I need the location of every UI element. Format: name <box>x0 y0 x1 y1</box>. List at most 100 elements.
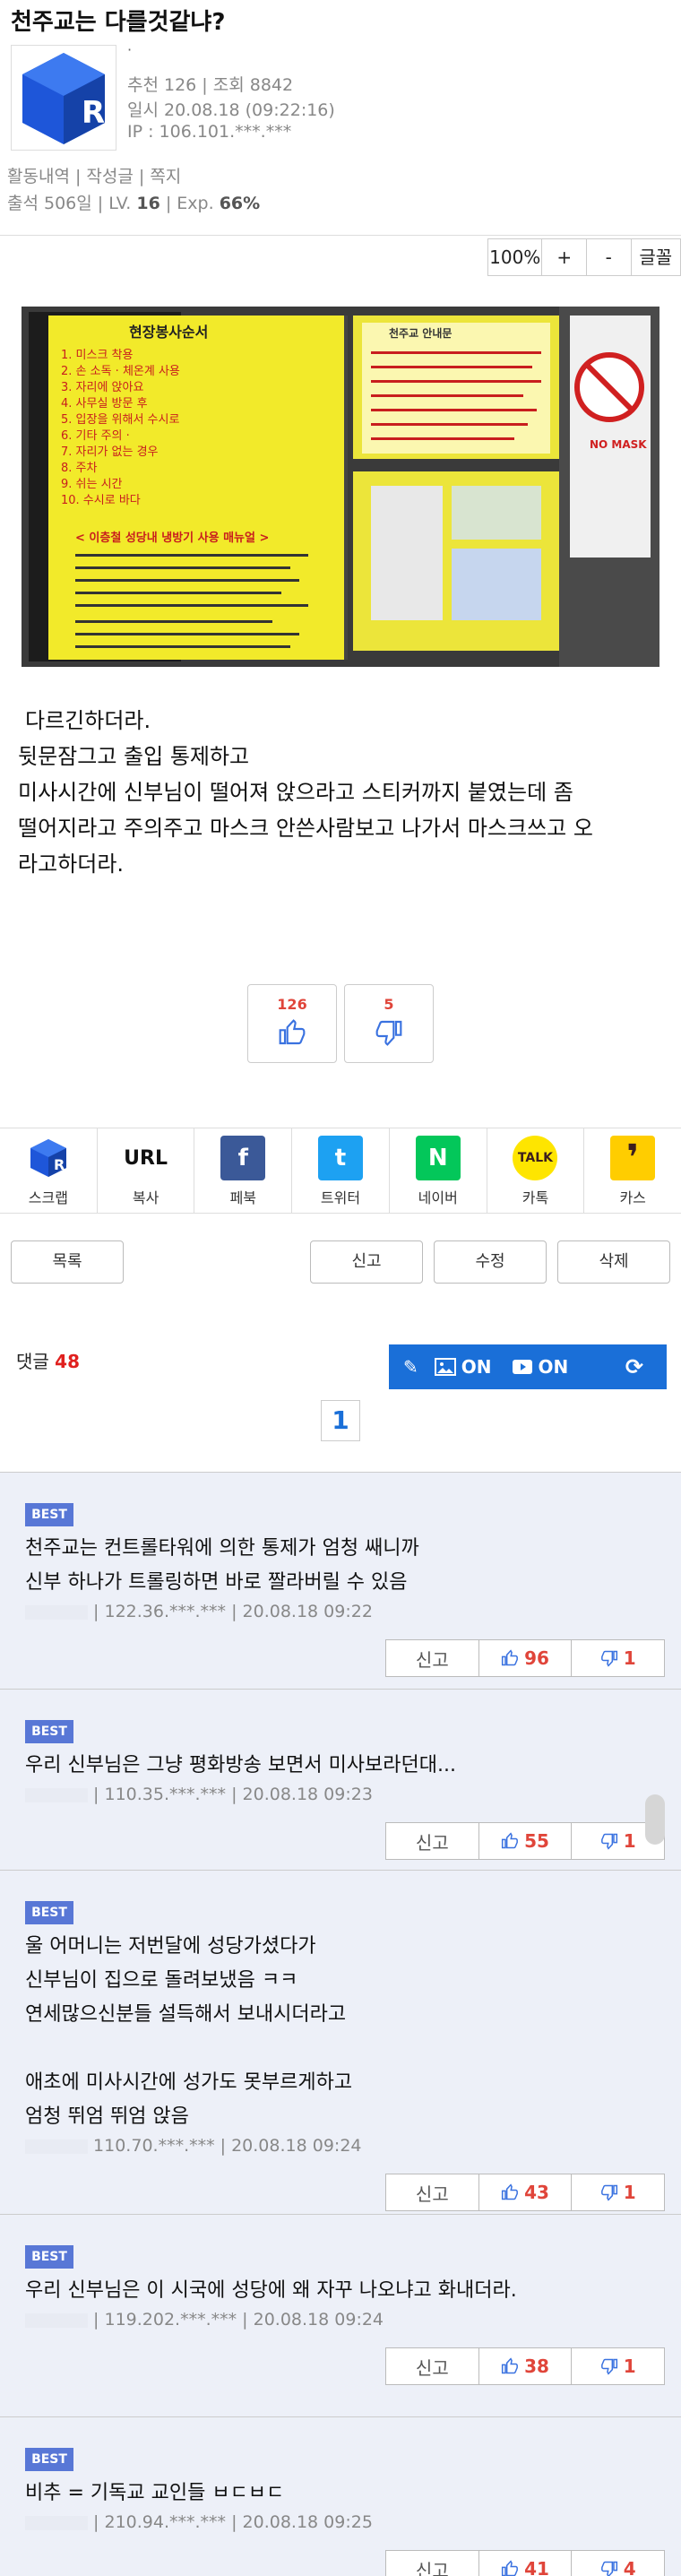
comment-report-button[interactable]: 신고 <box>386 2348 478 2384</box>
video-icon <box>512 1360 532 1374</box>
comment-upvote-button[interactable]: 43 <box>478 2174 572 2210</box>
share-kakaotalk[interactable]: TALK 카톡 <box>486 1128 584 1213</box>
refresh-icon[interactable]: ⟳ <box>625 1354 643 1379</box>
comment-actions: 신고 96 1 <box>385 1639 665 1677</box>
thumbs-up-icon <box>501 2560 518 2576</box>
thumbs-down-icon <box>600 2358 617 2375</box>
best-badge: BEST <box>25 2448 73 2471</box>
post-photo[interactable]: NO MASK 현장봉사순서 1. 미스크 착용 2. 손 소독 · 체온계 사용… <box>22 307 659 667</box>
share-scrap-logo[interactable]: R 스크랩 <box>0 1128 97 1213</box>
pencil-icon[interactable]: ✎ <box>403 1356 418 1378</box>
post-body: 다르긴하더라. 뒷문잠그고 출입 통제하고 미사시간에 신부님이 떨어져 앉으라… <box>18 703 593 882</box>
photo-list-item: 6. 기타 주의 · <box>61 429 130 443</box>
share-naver[interactable]: N 네이버 <box>388 1128 487 1213</box>
comment-downvote-button[interactable]: 4 <box>571 2551 664 2576</box>
comment-meta: | 210.94.***.*** | 20.08.18 09:25 <box>25 2512 373 2532</box>
photo-list-item: 9. 쉬는 시간 <box>61 478 123 491</box>
comment-item: BEST 우리 신부님은 이 시국에 성당에 왜 자꾸 나오냐고 화내더라. | … <box>0 2214 681 2416</box>
best-badge: BEST <box>25 2245 73 2269</box>
photo-list-item: 7. 자리가 없는 경우 <box>61 445 159 459</box>
page-number[interactable]: 1 <box>321 1400 360 1441</box>
delete-button[interactable]: 삭제 <box>557 1240 670 1284</box>
share-label: 카스 <box>619 1189 646 1206</box>
kakaotalk-icon: TALK <box>513 1136 558 1180</box>
svg-text:R: R <box>54 1156 65 1173</box>
comment-report-button[interactable]: 신고 <box>386 1823 478 1859</box>
thumbs-up-icon <box>501 2183 518 2200</box>
comment-text-line: 애초에 미사시간에 성가도 못부르게하고 <box>25 2071 353 2094</box>
best-badge: BEST <box>25 1901 73 1924</box>
comment-downvote-button[interactable]: 1 <box>571 2348 664 2384</box>
comment-downvote-button[interactable]: 1 <box>571 1640 664 1676</box>
redacted-nickname <box>25 2515 88 2530</box>
comment-report-button[interactable]: 신고 <box>386 2551 478 2576</box>
best-badge: BEST <box>25 1503 73 1526</box>
comment-item: BEST 천주교는 컨트롤타워에 의한 통제가 엄청 쌔니까 신부 하나가 트롤링하… <box>0 1472 681 1689</box>
thumbs-down-icon <box>600 2184 617 2201</box>
image-toggle[interactable]: ON <box>434 1356 492 1378</box>
redacted-nickname <box>25 2139 88 2154</box>
comment-count: 댓글 48 <box>16 1351 81 1372</box>
comment-report-button[interactable]: 신고 <box>386 2174 478 2210</box>
twitter-icon: t <box>318 1136 364 1180</box>
author-avatar[interactable]: R <box>11 45 116 151</box>
share-url-copy[interactable]: URL 복사 <box>96 1128 194 1213</box>
downvote-button[interactable]: 5 <box>344 984 434 1063</box>
svg-text:NO MASK: NO MASK <box>590 438 647 451</box>
zoom-controls: 100% + - 글꼴 <box>487 238 681 276</box>
svg-text:천주교 안내문: 천주교 안내문 <box>389 326 452 340</box>
share-bar: R 스크랩 URL 복사 f 페북 t 트위터 N 네이버 TALK 카톡 ❜ 카스 <box>0 1128 681 1214</box>
font-button[interactable]: 글꼴 <box>630 239 680 275</box>
zoom-out-button[interactable]: - <box>585 239 631 275</box>
comment-actions: 신고 38 1 <box>385 2347 665 2385</box>
list-button[interactable]: 목록 <box>11 1240 124 1284</box>
comment-upvote-button[interactable]: 96 <box>478 1640 572 1676</box>
share-facebook[interactable]: f 페북 <box>194 1128 291 1213</box>
svg-text:R: R <box>82 95 105 131</box>
share-label: 페북 <box>229 1189 257 1206</box>
redacted-nickname <box>25 2312 88 2328</box>
downvote-count: 5 <box>384 996 394 1013</box>
scrap-logo-icon: R <box>26 1136 71 1180</box>
kakaostory-icon: ❜ <box>610 1136 656 1180</box>
thumbs-up-icon <box>501 2357 518 2374</box>
share-twitter[interactable]: t 트위터 <box>291 1128 389 1213</box>
post-body-line: 미사시간에 신부님이 떨어져 앉으라고 스티커까지 붙였는데 좀 <box>18 780 573 805</box>
report-button[interactable]: 신고 <box>310 1240 423 1284</box>
video-toggle[interactable]: ON <box>512 1356 568 1378</box>
thumbs-down-icon <box>375 1020 402 1046</box>
comment-meta: 110.70.***.*** | 20.08.18 09:24 <box>25 2136 362 2156</box>
comment-downvote-button[interactable]: 1 <box>571 2174 664 2210</box>
share-label: 스크랩 <box>28 1189 68 1206</box>
facebook-icon: f <box>220 1136 266 1180</box>
edit-button[interactable]: 수정 <box>434 1240 547 1284</box>
comment-text-line: 신부님이 집으로 돌려보냈음 ㅋㅋ <box>25 1969 298 1992</box>
comment-upvote-button[interactable]: 38 <box>478 2348 572 2384</box>
thumbs-up-icon <box>501 1649 518 1666</box>
comment-item: BEST 비추 = 기독교 교인들 ㅂㄷㅂㄷ | 210.94.***.*** |… <box>0 2416 681 2576</box>
thumbs-up-icon <box>279 1019 306 1045</box>
share-kakaostory[interactable]: ❜ 카스 <box>583 1128 681 1213</box>
comment-item: BEST 울 어머니는 저번달에 성당가셨다가 신부님이 집으로 돌려보냈음 ㅋㅋ 연… <box>0 1870 681 2214</box>
comment-upvote-button[interactable]: 55 <box>478 1823 572 1859</box>
zoom-in-button[interactable]: + <box>541 239 586 275</box>
svg-text:현장봉사순서: 현장봉사순서 <box>129 324 208 341</box>
author-links[interactable]: 활동내역 | 작성글 | 쪽지 <box>7 163 181 187</box>
post-body-line: 뒷문잠그고 출입 통제하고 <box>18 744 250 769</box>
comment-report-button[interactable]: 신고 <box>386 1640 478 1676</box>
comment-meta: | 119.202.***.*** | 20.08.18 09:24 <box>25 2310 384 2330</box>
scroll-handle[interactable] <box>645 1794 665 1845</box>
photo-list-item: 10. 수시로 바다 <box>61 494 141 507</box>
upvote-count: 126 <box>277 996 307 1013</box>
thumbs-up-icon <box>501 1832 518 1849</box>
post-stats: 추천 126 | 조회 8842 <box>127 75 294 95</box>
avatar-cube-icon: R <box>22 53 105 144</box>
comment-upvote-button[interactable]: 41 <box>478 2551 572 2576</box>
thumbs-down-icon <box>600 2561 617 2576</box>
svg-text:< 이층철 성당내 냉방기 사용 매뉴얼 >: < 이층철 성당내 냉방기 사용 매뉴얼 > <box>75 531 269 545</box>
photo-list-item: 4. 사무실 방문 후 <box>61 397 148 411</box>
naver-icon: N <box>415 1136 461 1180</box>
post-body-line: 라고하더라. <box>18 851 125 877</box>
upvote-button[interactable]: 126 <box>247 984 337 1063</box>
share-label: 네이버 <box>418 1189 458 1206</box>
